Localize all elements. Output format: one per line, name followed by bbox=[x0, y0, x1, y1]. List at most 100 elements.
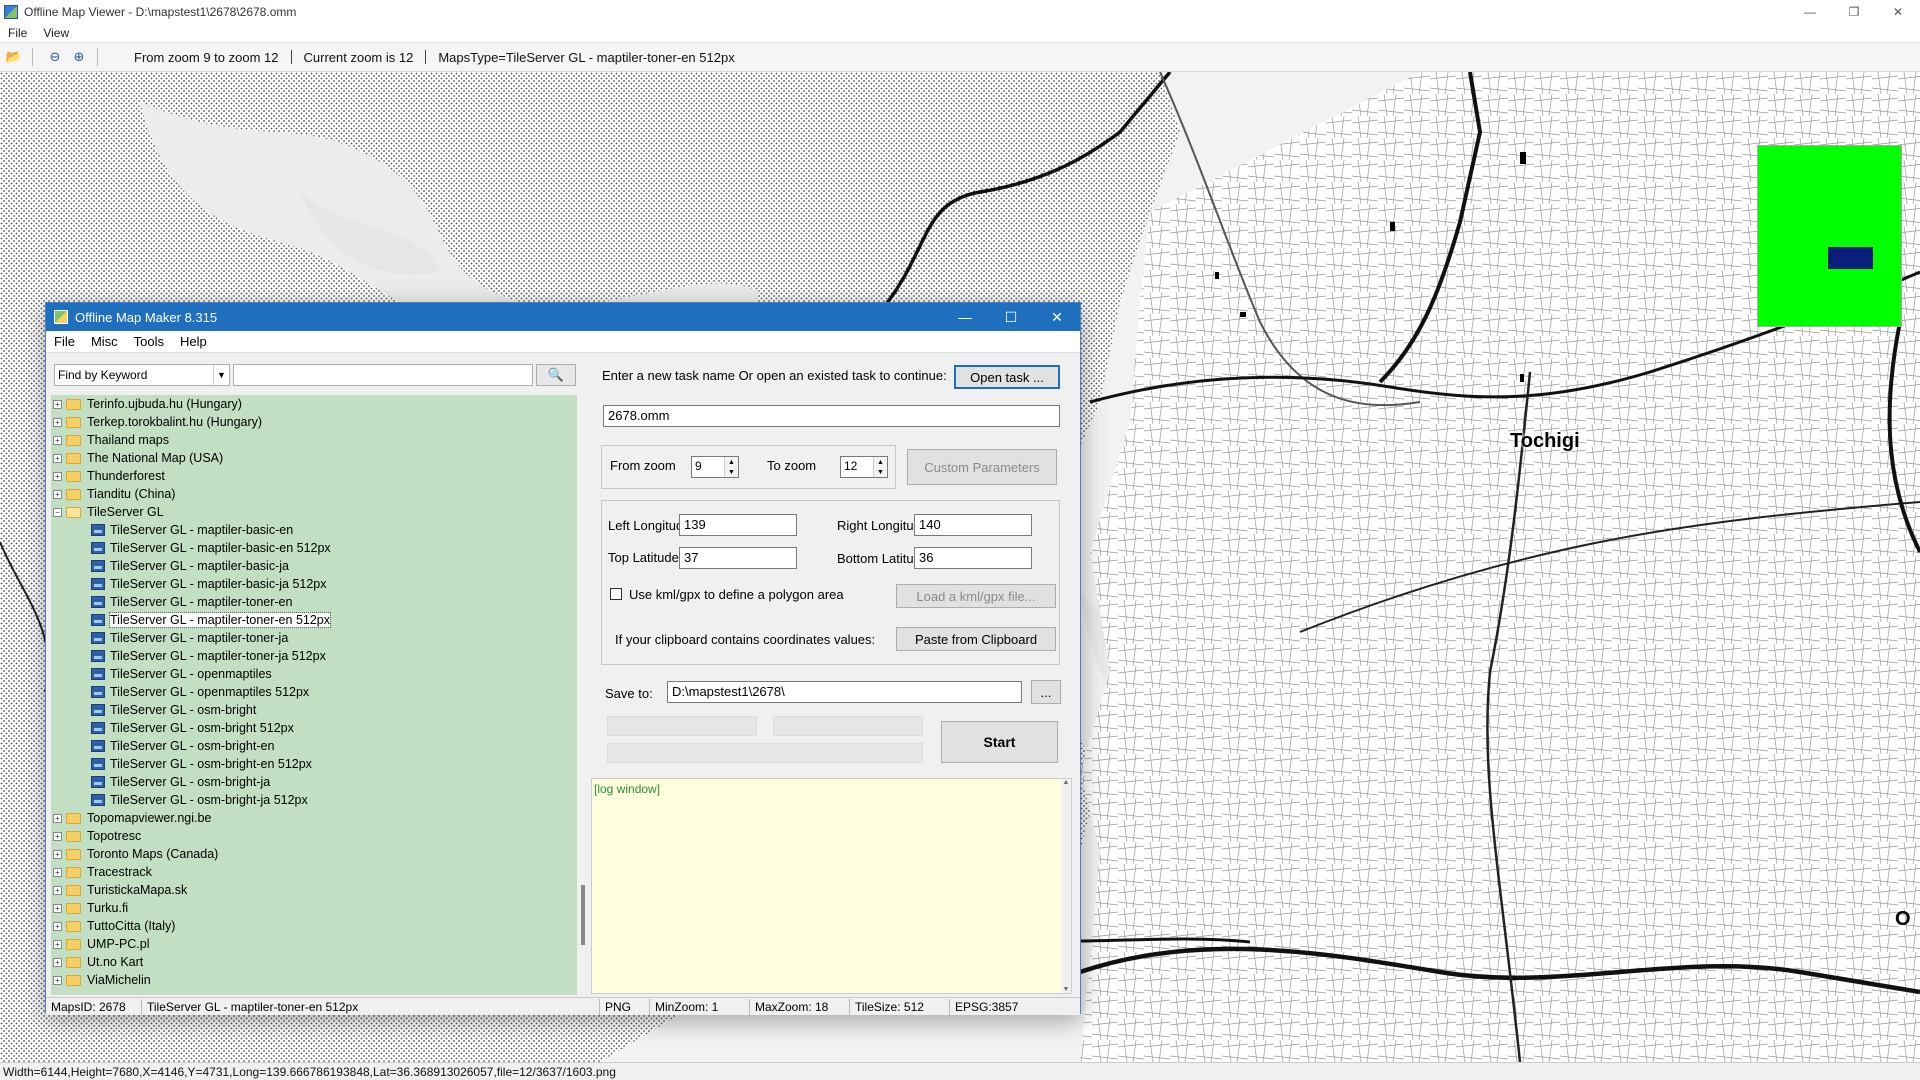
chevron-down-icon[interactable]: ▼ bbox=[213, 365, 229, 385]
maker-menu-misc[interactable]: Misc bbox=[83, 334, 126, 349]
maker-menu-tools[interactable]: Tools bbox=[126, 334, 172, 349]
collapse-icon[interactable]: − bbox=[53, 507, 62, 517]
expand-icon[interactable]: + bbox=[53, 435, 62, 445]
tree-map-item[interactable]: TileServer GL - osm-bright-en 512px bbox=[51, 755, 577, 773]
expand-icon[interactable]: + bbox=[53, 867, 62, 877]
scroll-down-icon[interactable]: ▼ bbox=[1063, 986, 1070, 993]
tree-folder-item[interactable]: + TuristickaMapa.sk bbox=[51, 881, 577, 899]
bottom-latitude-field[interactable]: 36 bbox=[914, 547, 1032, 569]
spinner-arrows-icon[interactable]: ▲ ▼ bbox=[873, 457, 887, 477]
tree-folder-item[interactable]: − TileServer GL bbox=[51, 503, 577, 521]
maximize-icon[interactable]: ☐ bbox=[988, 303, 1034, 331]
tree-map-item[interactable]: TileServer GL - osm-bright-ja bbox=[51, 773, 577, 791]
expand-icon[interactable]: + bbox=[53, 417, 62, 427]
toolbar-separator bbox=[32, 48, 33, 66]
scroll-up-icon[interactable]: ▲ bbox=[1063, 779, 1070, 786]
search-input[interactable] bbox=[233, 364, 533, 386]
left-longitude-field[interactable]: 139 bbox=[679, 514, 797, 536]
tree-map-item[interactable]: TileServer GL - maptiler-toner-en bbox=[51, 593, 577, 611]
browse-button[interactable]: ... bbox=[1031, 680, 1061, 704]
tree-folder-item[interactable]: + Turku.fi bbox=[51, 899, 577, 917]
expand-icon[interactable]: + bbox=[53, 489, 62, 499]
close-icon[interactable]: ✕ bbox=[1876, 0, 1920, 23]
search-button[interactable]: 🔍 bbox=[536, 364, 576, 386]
tree-scrollbar-thumb[interactable] bbox=[581, 885, 585, 945]
open-task-button[interactable]: Open task ... bbox=[954, 365, 1060, 389]
paste-clipboard-button[interactable]: Paste from Clipboard bbox=[896, 627, 1056, 651]
to-zoom-spinner[interactable]: 12 ▲ ▼ bbox=[840, 456, 888, 478]
expand-icon[interactable]: + bbox=[53, 921, 62, 931]
tree-map-item[interactable]: TileServer GL - openmaptiles 512px bbox=[51, 683, 577, 701]
expand-icon[interactable]: + bbox=[53, 813, 62, 823]
tree-folder-item[interactable]: + Thunderforest bbox=[51, 467, 577, 485]
expand-icon[interactable]: + bbox=[53, 957, 62, 967]
tree-map-item[interactable]: TileServer GL - maptiler-toner-en 512px bbox=[51, 611, 577, 629]
maker-menu-file[interactable]: File bbox=[46, 334, 83, 349]
tree-folder-item[interactable]: + Terkep.torokbalint.hu (Hungary) bbox=[51, 413, 577, 431]
tree-map-item[interactable]: TileServer GL - maptiler-basic-ja 512px bbox=[51, 575, 577, 593]
load-kml-button[interactable]: Load a kml/gpx file... bbox=[896, 584, 1056, 608]
tree-folder-item[interactable]: + UMP-PC.pl bbox=[51, 935, 577, 953]
expand-icon[interactable]: + bbox=[53, 831, 62, 841]
expand-icon[interactable]: + bbox=[53, 903, 62, 913]
viewer-menu-file[interactable]: File bbox=[0, 26, 35, 40]
expand-icon[interactable]: + bbox=[53, 849, 62, 859]
search-mode-select[interactable]: Find by Keyword ▼ bbox=[54, 364, 230, 386]
minimap-viewport-indicator[interactable] bbox=[1828, 247, 1873, 269]
tree-folder-item[interactable]: + Tianditu (China) bbox=[51, 485, 577, 503]
tree-map-item[interactable]: TileServer GL - maptiler-basic-ja bbox=[51, 557, 577, 575]
to-zoom-label: To zoom bbox=[767, 458, 817, 473]
expand-icon[interactable]: + bbox=[53, 453, 62, 463]
expand-icon[interactable]: + bbox=[53, 975, 62, 985]
restore-icon[interactable]: ❐ bbox=[1832, 0, 1876, 23]
spinner-arrows-icon[interactable]: ▲ ▼ bbox=[724, 457, 738, 477]
expand-icon[interactable]: + bbox=[53, 885, 62, 895]
expand-icon[interactable]: + bbox=[53, 399, 62, 409]
top-latitude-field[interactable]: 37 bbox=[679, 547, 797, 569]
tree-map-item[interactable]: TileServer GL - osm-bright-en bbox=[51, 737, 577, 755]
expand-icon[interactable]: + bbox=[53, 471, 62, 481]
tree-map-item[interactable]: TileServer GL - openmaptiles bbox=[51, 665, 577, 683]
map-source-tree[interactable]: + Terinfo.ujbuda.hu (Hungary) + Terkep.toro… bbox=[51, 395, 577, 995]
tree-map-item[interactable]: TileServer GL - maptiler-basic-en 512px bbox=[51, 539, 577, 557]
tree-folder-item[interactable]: + Terinfo.ujbuda.hu (Hungary) bbox=[51, 395, 577, 413]
tree-map-item[interactable]: TileServer GL - maptiler-basic-en bbox=[51, 521, 577, 539]
tree-folder-item[interactable]: + Topotresc bbox=[51, 827, 577, 845]
tree-map-item[interactable]: TileServer GL - osm-bright-ja 512px bbox=[51, 791, 577, 809]
tree-map-item[interactable]: TileServer GL - osm-bright bbox=[51, 701, 577, 719]
tree-folder-item[interactable]: + Tracestrack bbox=[51, 863, 577, 881]
zoom-in-icon[interactable]: ⊕ bbox=[69, 47, 89, 67]
minimize-icon[interactable]: — bbox=[1788, 0, 1832, 23]
kml-polygon-checkbox[interactable] bbox=[610, 588, 622, 600]
log-window[interactable]: [log window] ▲ ▼ bbox=[591, 778, 1072, 994]
log-scrollbar[interactable]: ▲ ▼ bbox=[1061, 779, 1071, 993]
tree-folder-item[interactable]: + ViaMichelin bbox=[51, 971, 577, 989]
map-tile-icon bbox=[91, 632, 105, 644]
custom-parameters-button[interactable]: Custom Parameters bbox=[907, 449, 1057, 485]
close-icon[interactable]: ✕ bbox=[1034, 303, 1080, 331]
tree-folder-item[interactable]: + Toronto Maps (Canada) bbox=[51, 845, 577, 863]
tree-map-item[interactable]: TileServer GL - osm-bright 512px bbox=[51, 719, 577, 737]
zoom-out-icon[interactable]: ⊖ bbox=[45, 47, 65, 67]
start-button[interactable]: Start bbox=[941, 721, 1058, 763]
tree-folder-item[interactable]: + TuttoCitta (Italy) bbox=[51, 917, 577, 935]
tree-folder-item[interactable]: + Ut.no Kart bbox=[51, 953, 577, 971]
tree-folder-item[interactable]: + Topomapviewer.ngi.be bbox=[51, 809, 577, 827]
tree-scrollbar[interactable] bbox=[579, 395, 589, 995]
task-prompt-label: Enter a new task name Or open an existed… bbox=[602, 368, 947, 383]
expand-icon[interactable]: + bbox=[53, 939, 62, 949]
tree-map-item[interactable]: TileServer GL - maptiler-toner-ja 512px bbox=[51, 647, 577, 665]
tree-folder-item[interactable]: + The National Map (USA) bbox=[51, 449, 577, 467]
maker-menu-help[interactable]: Help bbox=[172, 334, 215, 349]
open-folder-icon[interactable]: 📂 bbox=[4, 47, 24, 67]
tree-map-item[interactable]: TileServer GL - maptiler-toner-ja bbox=[51, 629, 577, 647]
overview-minimap[interactable] bbox=[1757, 145, 1902, 327]
right-longitude-field[interactable]: 140 bbox=[914, 514, 1032, 536]
minimize-icon[interactable]: — bbox=[942, 303, 988, 331]
viewer-menu-view[interactable]: View bbox=[35, 26, 77, 40]
from-zoom-spinner[interactable]: 9 ▲ ▼ bbox=[691, 456, 739, 478]
save-path-field[interactable]: D:\mapstest1\2678\ bbox=[667, 681, 1022, 703]
map-tile-icon bbox=[91, 560, 105, 572]
tree-folder-item[interactable]: + Thailand maps bbox=[51, 431, 577, 449]
task-name-field[interactable]: 2678.omm bbox=[603, 405, 1060, 427]
